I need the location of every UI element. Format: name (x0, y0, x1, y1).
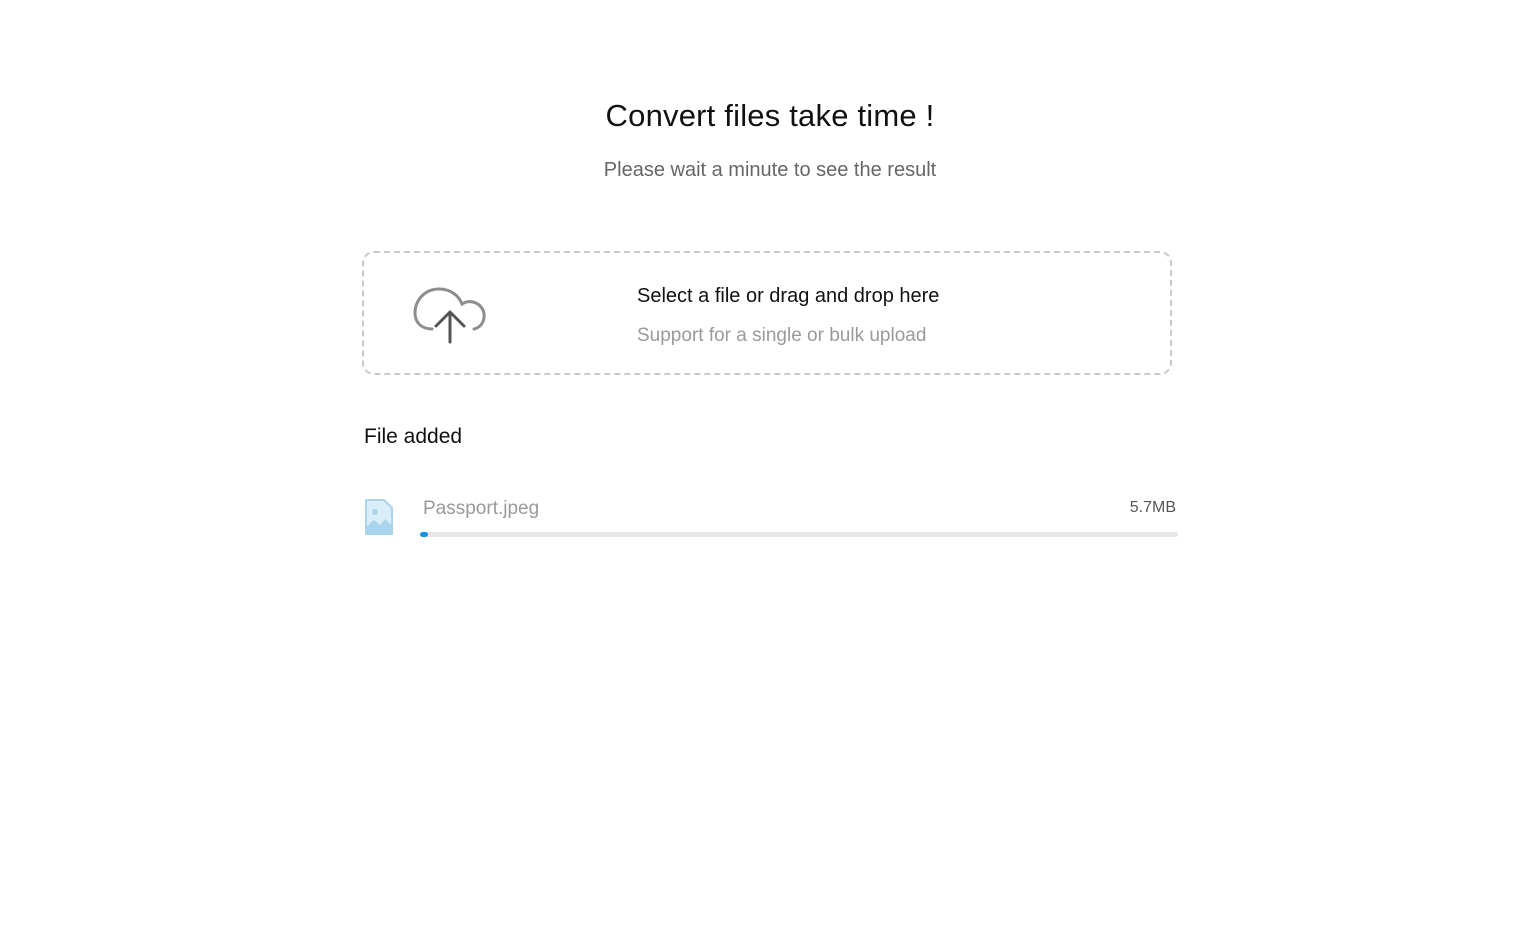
page-subtitle: Please wait a minute to see the result (603, 159, 937, 181)
upload-progress-fill (420, 532, 428, 537)
file-added-label: File added (364, 425, 463, 448)
file-list-item: Passport.jpeg 5.7MB (364, 490, 1180, 544)
file-name: Passport.jpeg (423, 498, 540, 519)
dropzone-title: Select a file or drag and drop here (637, 285, 940, 307)
upload-dropzone[interactable]: Select a file or drag and drop here Supp… (362, 251, 1172, 375)
page-title: Convert files take time ! (605, 98, 935, 133)
file-size: 5.7MB (1129, 499, 1176, 516)
dropzone-hint: Support for a single or bulk upload (637, 325, 927, 346)
image-file-icon (365, 499, 393, 535)
cloud-upload-icon (413, 287, 486, 344)
upload-progress-bar (420, 532, 1178, 537)
